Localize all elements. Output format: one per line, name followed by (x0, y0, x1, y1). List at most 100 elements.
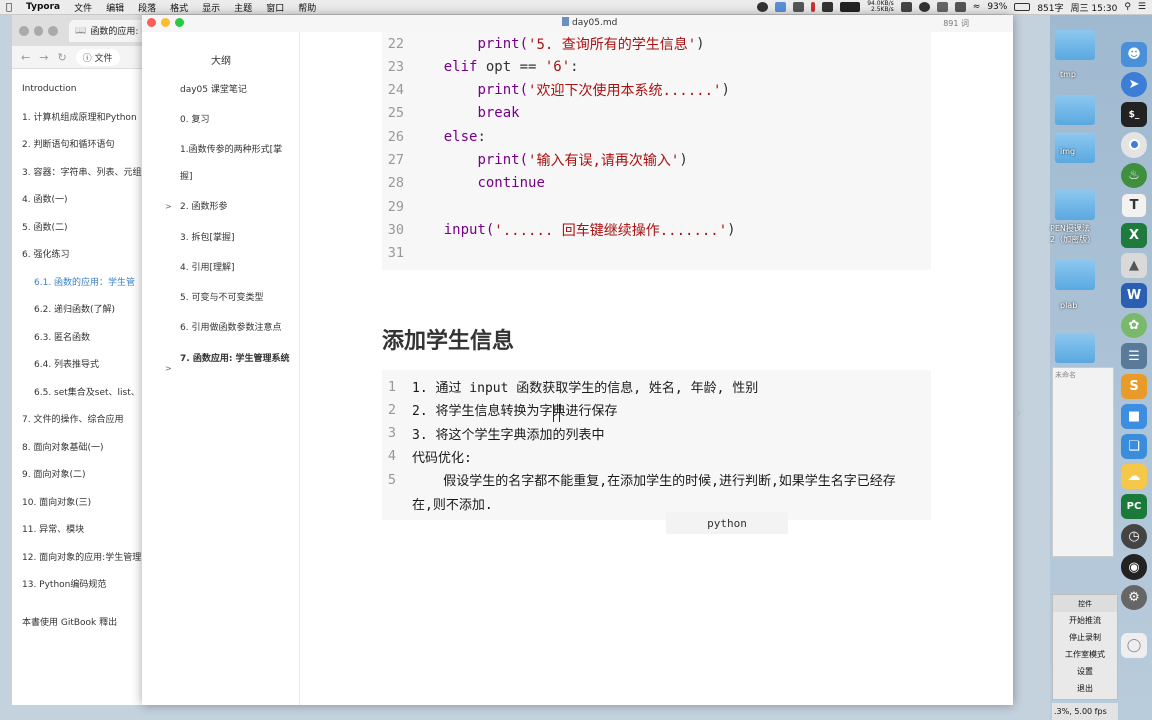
menu-item[interactable]: 窗口 (266, 1, 284, 14)
excel-icon[interactable]: X (1121, 222, 1147, 249)
minimize-icon[interactable] (33, 25, 44, 36)
spotlight-icon[interactable]: ⚲ (1124, 2, 1131, 12)
toc-item[interactable]: 9. 面向对象(二) (12, 460, 152, 488)
toc-item[interactable]: 6.3. 匿名函数 (12, 323, 152, 351)
outline-item[interactable]: 2. 函数形参 (180, 194, 292, 221)
toc-item[interactable]: Introduction (12, 75, 152, 103)
toc-item[interactable]: 1. 计算机组成原理和Python (12, 103, 152, 131)
finder-icon[interactable]: ☻ (1121, 42, 1147, 68)
menu-item[interactable]: 主题 (234, 1, 252, 14)
pycharm-icon[interactable]: PC (1121, 494, 1147, 520)
folder-icon[interactable] (1055, 190, 1095, 220)
cloud-icon[interactable]: ☁ (1121, 464, 1147, 490)
outline-item[interactable]: 1.函数传参的两种形式[掌握] (180, 137, 292, 191)
tray-icon-4[interactable] (822, 2, 834, 12)
stop-recording-button[interactable]: 停止录制 (1053, 629, 1117, 646)
toc-item[interactable]: 5. 函数(二) (12, 213, 152, 241)
menu-item[interactable]: 显示 (202, 1, 220, 14)
obs-icon[interactable]: ◉ (1121, 554, 1147, 580)
menu-item[interactable]: 帮助 (298, 1, 316, 14)
minimize-icon[interactable] (161, 18, 170, 27)
utility-icon[interactable]: ☰ (1121, 343, 1147, 369)
forward-icon[interactable]: → (39, 51, 48, 64)
studio-mode-button[interactable]: 工作室模式 (1053, 646, 1117, 663)
tray-icon-6[interactable] (918, 2, 930, 12)
zoom-icon[interactable] (175, 18, 184, 27)
back-icon[interactable]: ← (21, 51, 30, 64)
folder-icon[interactable] (1055, 30, 1095, 60)
toc-item[interactable]: 13. Python编码规范 (12, 570, 152, 598)
tray-icon-2[interactable] (775, 2, 787, 12)
code-language-label[interactable]: python (666, 512, 788, 534)
battery-status[interactable]: 93% (987, 2, 1007, 12)
chevron-right-icon[interactable]: > (165, 364, 172, 373)
evernote-icon[interactable]: ♨ (1121, 162, 1147, 188)
menu-item[interactable]: 文件 (74, 1, 92, 14)
outline-item[interactable]: 3. 拆包[掌握] (180, 225, 292, 252)
tray-icon-3[interactable] (793, 2, 805, 12)
keynote-icon[interactable]: ▲ (1121, 253, 1147, 279)
toc-item[interactable]: 7. 文件的操作、综合应用 (12, 405, 152, 433)
clock-app-icon[interactable]: ◷ (1121, 524, 1147, 550)
toc-item[interactable]: 11. 异常、模块 (12, 515, 152, 543)
code-block[interactable]: 22 print('5. 查询所有的学生信息') 23 elif opt == '… (382, 32, 931, 270)
chrome-icon[interactable] (1121, 132, 1147, 158)
safari-icon[interactable]: ➤ (1121, 72, 1147, 98)
outline-item[interactable]: 0. 复习 (180, 107, 292, 134)
clock[interactable]: 周三 15:30 (1071, 1, 1118, 14)
outline-item[interactable]: 4. 引用[理解] (180, 255, 292, 282)
reload-icon[interactable]: ↻ (57, 51, 66, 64)
close-icon[interactable] (147, 18, 156, 27)
hidden-window[interactable]: 未命名 (1052, 367, 1114, 557)
outline-item[interactable]: 6. 引用做函数参数注意点 (180, 315, 292, 342)
toc-item[interactable]: 6.4. 列表推导式 (12, 350, 152, 378)
word-icon[interactable]: W (1121, 283, 1147, 309)
menu-item[interactable]: 编辑 (106, 1, 124, 14)
toc-item[interactable]: 10. 面向对象(三) (12, 488, 152, 516)
folder-icon[interactable] (1055, 95, 1095, 125)
typora-icon[interactable]: T (1121, 192, 1147, 218)
toc-item[interactable]: 本書使用 GitBook 釋出 (12, 608, 152, 636)
chevron-right-icon[interactable]: > (165, 202, 172, 211)
close-icon[interactable] (19, 25, 29, 36)
toc-item[interactable]: 6.5. set集合及set、list、 (12, 378, 152, 406)
app-menu-typora[interactable]: Typora (26, 2, 60, 12)
zoom-icon[interactable] (48, 25, 59, 36)
toc-item[interactable]: 6. 强化练习 (12, 240, 152, 268)
toc-item[interactable]: 2. 判断语句和循环语句 (12, 130, 152, 158)
tray-icon-1[interactable] (757, 2, 769, 12)
toc-item[interactable]: 8. 面向对象基础(一) (12, 433, 152, 461)
trash-icon[interactable]: ◯ (1121, 632, 1147, 658)
outline-item[interactable]: day05 课堂笔记 (180, 77, 292, 104)
menu-item[interactable]: 格式 (170, 1, 188, 14)
toc-item[interactable]: 3. 容器：字符串、列表、元组 (12, 158, 152, 186)
app-icon[interactable]: ■ (1121, 403, 1147, 429)
folder-icon[interactable] (1055, 333, 1095, 363)
windows-icon[interactable]: ❏ (1121, 433, 1147, 460)
xmind-icon[interactable]: ✿ (1121, 313, 1147, 339)
word-count[interactable]: 891 词 (943, 18, 969, 29)
toc-item[interactable]: 6.1. 函数的应用：学生管 (12, 268, 152, 296)
settings-button[interactable]: 设置 (1053, 663, 1117, 680)
control-menu-icon[interactable]: ☰ (1138, 2, 1146, 12)
menu-item[interactable]: 段落 (138, 1, 156, 14)
start-streaming-button[interactable]: 开始推流 (1053, 612, 1117, 629)
toc-item[interactable]: 12. 面向对象的应用:学生管理 (12, 543, 152, 571)
address-bar[interactable]: ⓘ 文件 (75, 48, 120, 66)
tray-icon-7[interactable] (936, 2, 948, 12)
tray-icon-8[interactable] (954, 2, 966, 12)
browser-tab[interactable]: 📖 函数的应用: 学 (69, 19, 152, 42)
record-icon[interactable] (811, 2, 816, 12)
outline-item[interactable]: 7. 函数应用: 学生管理系统 (180, 346, 292, 373)
toc-item[interactable]: 4. 函数(一) (12, 185, 152, 213)
terminal-icon[interactable]: $_ (1121, 102, 1147, 128)
toc-item[interactable]: 6.2. 递归函数(了解) (12, 295, 152, 323)
tray-icon-5[interactable] (900, 2, 912, 12)
exit-button[interactable]: 退出 (1053, 680, 1117, 697)
folder-icon[interactable] (1055, 260, 1095, 290)
code-block[interactable]: 1 1. 通过 input 函数获取学生的信息, 姓名, 年龄, 性别 2 2. 将学… (382, 370, 931, 520)
outline-item[interactable]: 5. 可变与不可变类型 (180, 285, 292, 312)
settings-icon[interactable]: ⚙ (1121, 584, 1147, 610)
sublime-icon[interactable]: S (1121, 373, 1147, 399)
wifi-icon[interactable]: ≈ (973, 2, 981, 12)
